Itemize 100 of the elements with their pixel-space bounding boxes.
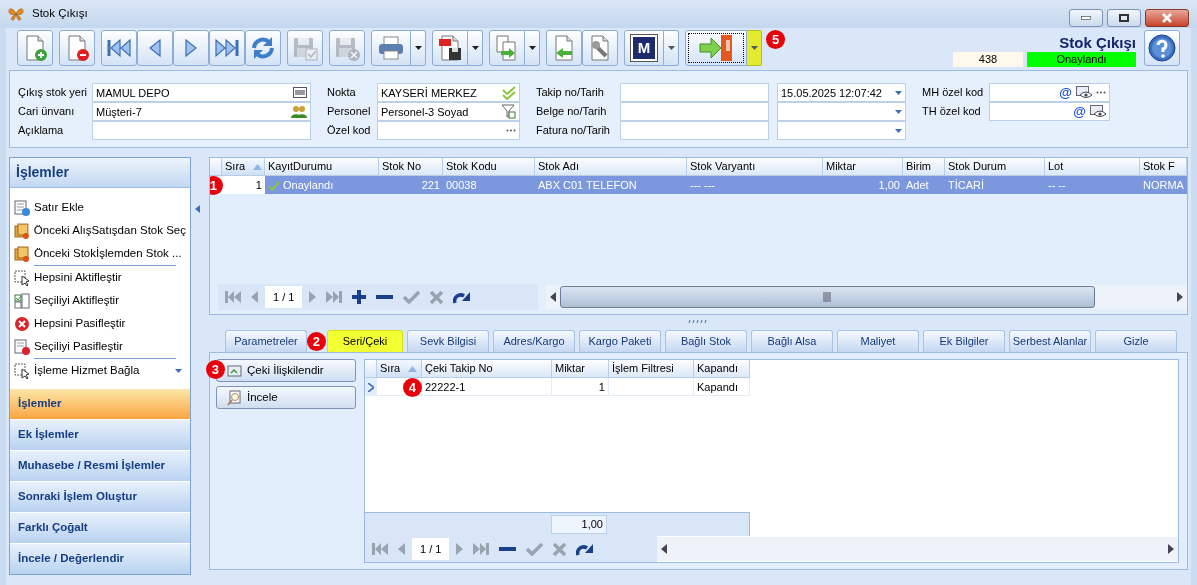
text-field[interactable] bbox=[377, 121, 520, 140]
previous-icon bbox=[251, 291, 258, 303]
column-header[interactable]: Stok Varyantı bbox=[687, 158, 823, 176]
action-item[interactable]: Seçiliyi Pasifleştir bbox=[10, 335, 190, 358]
next-button[interactable] bbox=[173, 30, 209, 66]
action-item[interactable]: Hepsini Pasifleştir bbox=[10, 312, 190, 335]
logo-button[interactable]: M bbox=[624, 30, 664, 66]
column-header[interactable]: Lot bbox=[1045, 158, 1140, 176]
dropdown-button[interactable] bbox=[411, 30, 426, 66]
new-button[interactable] bbox=[17, 30, 53, 66]
column-header[interactable]: Çeki Takip No bbox=[422, 360, 552, 378]
text-field[interactable] bbox=[620, 121, 769, 140]
sort-up-icon bbox=[408, 365, 418, 372]
list-cross-icon bbox=[14, 338, 30, 355]
inspect-button[interactable]: İncele bbox=[216, 386, 356, 409]
skip-last-icon bbox=[473, 543, 490, 555]
group-button[interactable]: İncele / Değerlendir bbox=[10, 543, 190, 574]
pdf-floppy-icon bbox=[436, 34, 464, 62]
column-header[interactable]: Stok Durum bbox=[945, 158, 1045, 176]
action-item[interactable]: Önceki AlışSatışdan Stok Seç bbox=[10, 219, 190, 242]
dropdown-button[interactable] bbox=[468, 30, 483, 66]
scrollbar-thumb[interactable] bbox=[560, 286, 1095, 308]
text-field[interactable] bbox=[989, 83, 1110, 102]
group-button[interactable]: İşlemler bbox=[10, 388, 190, 419]
group-button[interactable]: Ek İşlemler bbox=[10, 419, 190, 450]
column-header[interactable]: Miktar bbox=[823, 158, 903, 176]
column-header[interactable]: Sıra bbox=[222, 158, 265, 176]
tab[interactable]: Seri/Çeki bbox=[327, 330, 403, 352]
tab[interactable]: Maliyet bbox=[837, 330, 919, 352]
tools-button[interactable] bbox=[582, 30, 618, 66]
tab[interactable]: Bağlı Stok bbox=[665, 330, 747, 352]
maximize-icon bbox=[1119, 14, 1129, 22]
column-header[interactable]: Stok Kodu bbox=[443, 158, 535, 176]
maximize-button[interactable] bbox=[1107, 9, 1141, 27]
grip-icon bbox=[823, 292, 832, 302]
column-header[interactable]: Birim bbox=[903, 158, 945, 176]
column-header[interactable]: Kapandı bbox=[694, 360, 750, 378]
table-cell: 1 bbox=[222, 176, 265, 194]
help-button[interactable] bbox=[1144, 30, 1180, 66]
action-item[interactable]: Önceki Stokİşlemden Stok ... bbox=[10, 242, 190, 265]
text-field[interactable]: Personel-3 Soyad bbox=[377, 102, 520, 121]
redo-icon bbox=[576, 542, 594, 556]
dropdown-button[interactable] bbox=[525, 30, 540, 66]
column-header[interactable]: İşlem Filtresi bbox=[609, 360, 694, 378]
date-dropdown[interactable]: 15.05.2025 12:07:42 bbox=[777, 83, 906, 102]
horizontal-scrollbar[interactable] bbox=[657, 537, 1178, 561]
action-item[interactable]: Hepsini Aktifleştir bbox=[10, 266, 190, 289]
at-sign[interactable]: @ bbox=[1059, 86, 1072, 99]
action-item[interactable]: Satır Ekle bbox=[10, 196, 190, 219]
group-button[interactable]: Sonraki İşlem Oluştur bbox=[10, 481, 190, 512]
group-button[interactable]: Farklı Çoğalt bbox=[10, 512, 190, 543]
column-header[interactable]: KayıtDurumu bbox=[265, 158, 379, 176]
first-record-button[interactable] bbox=[101, 30, 137, 66]
import-button[interactable] bbox=[546, 30, 582, 66]
column-header[interactable]: Sıra bbox=[377, 360, 422, 378]
barcode-icon bbox=[293, 87, 307, 98]
tab[interactable]: Kargo Paketi bbox=[579, 330, 661, 352]
action-item[interactable]: Seçiliyi Aktifleştir bbox=[10, 289, 190, 312]
column-header[interactable]: Stok F bbox=[1140, 158, 1187, 176]
tab[interactable]: Bağlı Alsa bbox=[751, 330, 833, 352]
scroll-right-icon bbox=[1168, 544, 1174, 554]
tab[interactable]: Serbest Alanlar bbox=[1009, 330, 1091, 352]
table-cell: Onaylandı bbox=[265, 176, 379, 194]
text-field[interactable]: MAMUL DEPO bbox=[92, 83, 311, 102]
tab[interactable]: Sevk Bilgisi bbox=[407, 330, 489, 352]
tab[interactable]: Parametreler bbox=[225, 330, 307, 352]
indicator-header bbox=[210, 158, 222, 176]
column-header[interactable]: Stok No bbox=[379, 158, 443, 176]
action-item[interactable]: İşleme Hizmet Bağla bbox=[10, 359, 190, 382]
page-indicator: 1 / 1 bbox=[412, 538, 450, 560]
text-field[interactable]: Müşteri-7 bbox=[92, 102, 311, 121]
column-header[interactable]: Stok Adı bbox=[535, 158, 687, 176]
group-button[interactable]: Muhasebe / Resmi İşlemler bbox=[10, 450, 190, 481]
text-field[interactable] bbox=[989, 102, 1110, 121]
horizontal-scrollbar[interactable] bbox=[546, 285, 1187, 309]
previous-button[interactable] bbox=[137, 30, 173, 66]
indicator-header bbox=[365, 360, 377, 378]
last-record-button[interactable] bbox=[209, 30, 245, 66]
delete-button[interactable] bbox=[59, 30, 95, 66]
text-field[interactable] bbox=[92, 121, 311, 140]
column-header[interactable]: Miktar bbox=[552, 360, 609, 378]
text-field[interactable]: KAYSERİ MERKEZ bbox=[377, 83, 520, 102]
minimize-button[interactable] bbox=[1069, 9, 1103, 27]
panel-header: İşlemler bbox=[10, 158, 190, 188]
sort-up-icon bbox=[253, 163, 263, 170]
text-field[interactable] bbox=[620, 102, 769, 121]
total-value: 1,00 bbox=[551, 515, 607, 534]
text-field[interactable] bbox=[620, 83, 769, 102]
print-button[interactable] bbox=[371, 30, 411, 66]
tab[interactable]: Ek Bilgiler bbox=[923, 330, 1005, 352]
tab[interactable]: Adres/Kargo bbox=[493, 330, 575, 352]
close-button[interactable] bbox=[1145, 9, 1189, 27]
at-sign[interactable]: @ bbox=[1073, 105, 1086, 118]
dropdown-button[interactable] bbox=[747, 30, 762, 66]
dropdown-button[interactable] bbox=[664, 30, 679, 66]
tab[interactable]: Gizle bbox=[1095, 330, 1177, 352]
exit-button[interactable] bbox=[685, 30, 747, 66]
magnifier-icon bbox=[227, 389, 243, 406]
pdf-export-button[interactable] bbox=[432, 30, 468, 66]
refresh-button[interactable] bbox=[245, 30, 281, 66]
